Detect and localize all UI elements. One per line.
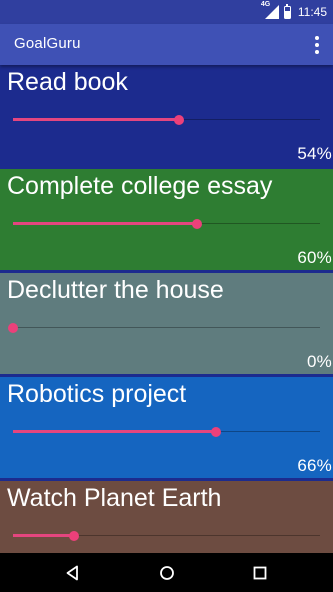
slider-fill (13, 430, 216, 433)
goal-progress-slider[interactable] (13, 427, 320, 437)
app-title: GoalGuru (14, 35, 81, 52)
network-type-label: 4G (260, 1, 271, 8)
status-icons: 4G 11:45 (261, 0, 327, 24)
slider-thumb[interactable] (192, 219, 203, 229)
goal-percent: 60% (297, 248, 332, 267)
goal-progress-slider[interactable] (13, 115, 320, 125)
status-time: 11:45 (297, 5, 327, 19)
screen: 4G 11:45 GoalGuru Read book 54% Complete… (0, 0, 333, 592)
battery-icon (283, 3, 291, 19)
goal-progress-slider[interactable] (13, 531, 320, 541)
goal-card-complete-college-essay[interactable]: Complete college essay 60% (0, 169, 333, 270)
goal-list: Read book 54% Complete college essay 60%… (0, 65, 333, 553)
slider-thumb[interactable] (210, 427, 221, 437)
goal-card-declutter-the-house[interactable]: Declutter the house 0% (0, 273, 333, 374)
signal-icon: 4G (261, 1, 279, 19)
overflow-menu-icon[interactable] (311, 36, 323, 54)
goal-title: Robotics project (7, 380, 187, 408)
goal-percent: 54% (297, 144, 332, 163)
home-icon[interactable] (156, 562, 178, 584)
goal-card-watch-planet-earth[interactable]: Watch Planet Earth (0, 481, 333, 553)
navigation-bar (0, 553, 333, 592)
goal-card-read-book[interactable]: Read book 54% (0, 65, 333, 166)
slider-track (13, 327, 320, 328)
slider-thumb[interactable] (69, 531, 80, 541)
goal-percent: 0% (307, 352, 332, 371)
slider-thumb[interactable] (8, 323, 18, 333)
slider-thumb[interactable] (173, 115, 184, 125)
goal-title: Watch Planet Earth (7, 484, 222, 512)
goal-title: Complete college essay (7, 172, 273, 200)
back-icon[interactable] (62, 562, 84, 584)
goal-card-robotics-project[interactable]: Robotics project 66% (0, 377, 333, 478)
recents-icon[interactable] (249, 562, 271, 584)
app-bar: GoalGuru (0, 24, 333, 65)
goal-title: Read book (7, 68, 128, 96)
slider-fill (13, 222, 198, 225)
goal-progress-slider[interactable] (13, 219, 320, 229)
slider-fill (13, 534, 75, 537)
goal-title: Declutter the house (7, 276, 224, 304)
goal-percent: 66% (297, 456, 332, 475)
slider-fill (13, 118, 179, 121)
goal-progress-slider[interactable] (8, 323, 320, 333)
status-bar: 4G 11:45 (0, 0, 333, 24)
